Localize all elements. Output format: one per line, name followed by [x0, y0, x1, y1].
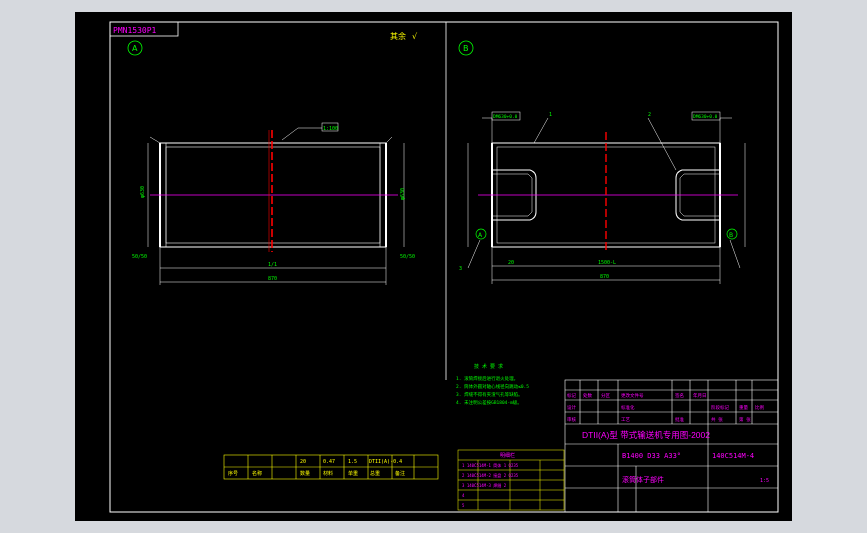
view-a-dim-left: φ630	[140, 186, 146, 198]
tb-cell: 分区	[601, 392, 610, 399]
series-title: DTII(A)型 带式输送机专用图-2002	[582, 430, 710, 440]
tb-cell: 更改文件号	[621, 392, 644, 399]
tb-cell: 处数	[583, 392, 592, 399]
view-a-label: A	[132, 44, 138, 53]
view-b-leader-3: 3	[459, 266, 462, 272]
tb-cell: 共 张	[711, 416, 723, 423]
view-a-dim-total: 870	[268, 276, 277, 282]
table-cell: 名称	[252, 470, 262, 477]
scale-value: 1:5	[760, 478, 769, 484]
table-cell: 总重	[370, 470, 380, 477]
tb-cell: 年月日	[693, 392, 707, 399]
view-b-leader-1: 1	[549, 112, 552, 118]
view-a-note-right: 50/50	[400, 254, 415, 260]
table-cell: 数量	[300, 470, 310, 477]
tb-cell: 重量	[739, 404, 748, 411]
sub-table-line: 2 140C514M-2 接盘 2 Q235	[462, 472, 519, 478]
material-spec: B1400 D33 A33°	[622, 452, 681, 460]
tb-cell: 工艺	[621, 417, 630, 423]
view-b-dim-top-left: DM630+0.0	[493, 114, 518, 120]
tb-cell: 比例	[755, 404, 764, 411]
tb-cell: 签名	[675, 392, 684, 399]
table-cell: 1.5	[348, 459, 357, 465]
table-cell: 材料	[323, 470, 333, 477]
sub-table-line: 3 140C514M-3 焊缝 2	[462, 482, 507, 488]
tb-cell: 批准	[675, 416, 684, 423]
table-cell: 20	[300, 459, 306, 465]
tech-note-line: 2. 筒体外圆对轴心线径向跳动≤0.5	[456, 383, 529, 390]
view-a-dim-right: φ630	[400, 188, 406, 200]
tech-note-line: 1. 滚筒焊接后进行退火处理。	[456, 375, 518, 382]
tb-cell: 标记	[567, 392, 576, 399]
table-cell: 0.47	[323, 459, 335, 465]
view-a-dim-inner: 1/1	[268, 262, 277, 268]
table-cell: 序号	[228, 470, 238, 477]
view-b-leader-2: 2	[648, 112, 651, 118]
code-box-text: PMN1530P1	[113, 26, 157, 35]
table-cell: 单重	[348, 470, 358, 477]
table-cell: 备注	[395, 470, 405, 477]
view-a-note-left: 50/50	[132, 254, 147, 260]
view-b-dim-b: 1500-L	[598, 260, 616, 266]
tech-notes-title: 技 术 要 求	[474, 363, 503, 370]
roughness-symbol-icon: √	[412, 32, 418, 41]
view-b-label: B	[463, 44, 469, 53]
table-cell: DTII(A)-0.4	[369, 459, 402, 465]
tech-note-line: 4. 未注明公差按GB1804-m级。	[456, 399, 522, 406]
view-a-dim-top: 1:100	[323, 126, 338, 132]
cad-drawing-canvas: PMN1530P1 其余 √ A 1:100 1/1 870 φ630 φ630	[75, 12, 792, 521]
tech-note-line: 3. 焊缝不得有夹渣气孔等缺陷。	[456, 391, 523, 398]
view-b-dim-a: 20	[508, 260, 514, 266]
tb-cell: 第 张	[739, 416, 751, 423]
tb-cell: 设计	[567, 404, 576, 411]
roughness-note: 其余	[390, 31, 406, 41]
sub-table-title: 明细栏	[500, 452, 515, 459]
drawing-area	[75, 12, 792, 521]
sub-table-line: 1 140C514M-1 筒体 1 Q235	[462, 462, 519, 468]
view-b-dim-total: 870	[600, 274, 609, 280]
tb-cell: 阶段标记	[711, 404, 729, 411]
part-name: 滚筒体子部件	[622, 475, 664, 484]
drawing-code: 140C514M-4	[712, 452, 754, 460]
view-b-circle-b-label: B	[729, 232, 733, 239]
view-b-dim-top-right: DM630+0.0	[693, 114, 718, 120]
tb-cell: 标准化	[621, 404, 635, 411]
tb-cell: 审核	[567, 416, 576, 423]
